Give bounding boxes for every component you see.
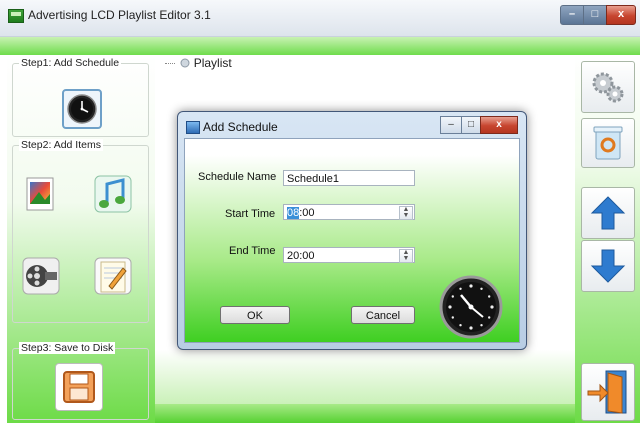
- settings-button[interactable]: [581, 61, 635, 113]
- step3-label: Step3: Save to Disk: [19, 342, 116, 354]
- image-icon: [26, 177, 54, 211]
- add-schedule-button[interactable]: [62, 89, 102, 129]
- schedule-name-input[interactable]: Schedule1: [283, 170, 415, 186]
- save-to-disk-button[interactable]: [55, 363, 103, 411]
- delete-button[interactable]: [581, 118, 635, 168]
- step1-group: Step1: Add Schedule: [12, 57, 149, 137]
- playlist-node-label: Playlist: [193, 56, 232, 70]
- minimize-button[interactable]: –: [560, 5, 584, 25]
- schedule-name-label: Schedule Name: [198, 171, 277, 183]
- end-time-input[interactable]: 20:00 ▲ ▼: [283, 247, 415, 263]
- end-time-label: End Time: [229, 245, 276, 257]
- step1-label: Step1: Add Schedule: [19, 57, 122, 69]
- playlist-node-icon: [180, 58, 190, 68]
- tree-line: [165, 63, 175, 65]
- start-time-hour: 08: [287, 207, 300, 219]
- move-up-button[interactable]: [581, 187, 635, 239]
- dialog-minimize-button[interactable]: –: [440, 116, 462, 134]
- end-time-spinner[interactable]: ▲ ▼: [399, 249, 413, 263]
- add-video-button[interactable]: [21, 256, 61, 296]
- playlist-tree-node[interactable]: Playlist: [165, 56, 232, 70]
- add-music-button[interactable]: [93, 174, 133, 214]
- maximize-button[interactable]: □: [583, 5, 607, 25]
- start-time-label: Start Time: [225, 208, 276, 220]
- cancel-button[interactable]: Cancel: [351, 306, 415, 324]
- dialog-title: Add Schedule: [203, 120, 278, 134]
- step2-group: Step2: Add Items: [12, 139, 149, 323]
- move-down-button[interactable]: [581, 240, 635, 292]
- dialog-maximize-button[interactable]: □: [461, 116, 481, 134]
- arrow-down-icon: [590, 249, 626, 283]
- status-stripe: [155, 404, 575, 423]
- start-time-minutes: :00: [299, 207, 315, 219]
- start-time-spinner[interactable]: ▲ ▼: [399, 206, 413, 220]
- action-panel: [575, 55, 640, 423]
- arrow-up-icon: [590, 196, 626, 230]
- app-icon: [8, 9, 24, 23]
- steps-panel: Step1: Add Schedule Step2: Add Items Ste…: [7, 55, 155, 423]
- start-time-input[interactable]: 08:00 ▲ ▼: [283, 204, 415, 220]
- dialog-close-button[interactable]: x: [480, 116, 518, 134]
- settings-icon: [592, 72, 624, 103]
- exit-door-icon: [587, 370, 627, 414]
- clock-icon: [439, 275, 503, 339]
- add-text-button[interactable]: [93, 256, 133, 296]
- dialog-icon: [186, 121, 200, 134]
- toolbar-stripe: [0, 37, 640, 55]
- dialog-body: Schedule Name Schedule1 Start Time 08:00…: [184, 138, 520, 343]
- add-image-button[interactable]: [21, 174, 61, 214]
- music-icon: [94, 175, 132, 213]
- clock-icon: [67, 94, 97, 124]
- step3-group: Step3: Save to Disk: [12, 342, 149, 420]
- window-title: Advertising LCD Playlist Editor 3.1: [28, 8, 211, 22]
- trash-icon: [593, 126, 623, 160]
- step2-label: Step2: Add Items: [19, 139, 103, 151]
- close-button[interactable]: x: [606, 5, 636, 25]
- text-icon: [94, 257, 132, 295]
- end-time-value: 20:00: [287, 250, 315, 262]
- save-icon: [63, 371, 95, 403]
- video-icon: [22, 257, 60, 295]
- ok-button[interactable]: OK: [220, 306, 290, 324]
- exit-button[interactable]: [581, 363, 635, 421]
- add-schedule-dialog: Add Schedule – □ x Schedule Name Schedul…: [177, 111, 527, 350]
